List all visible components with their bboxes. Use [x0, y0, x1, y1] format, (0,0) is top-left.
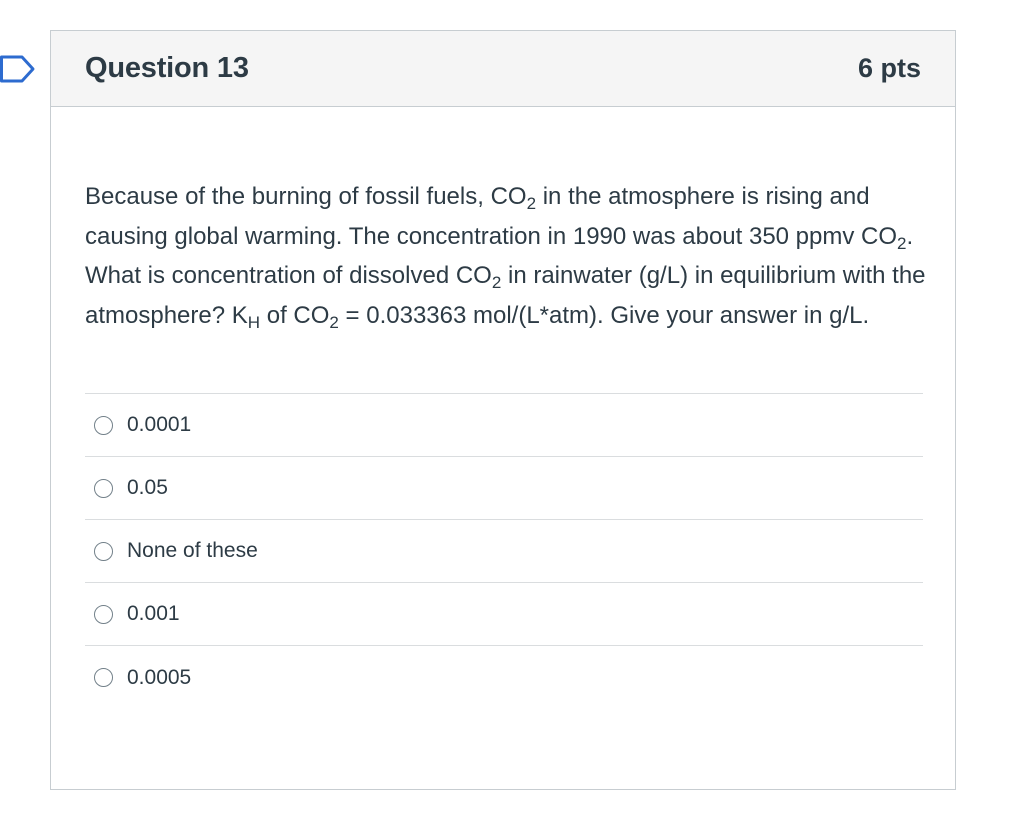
radio-unchecked-icon[interactable] — [94, 415, 113, 435]
answer-label[interactable]: 0.05 — [127, 476, 168, 500]
answer-list: 0.0001 0.05 None of these 0.001 0.0005 — [85, 393, 923, 709]
bookmark-flag-icon[interactable] — [0, 55, 36, 83]
question-header: Question 13 6 pts — [51, 31, 955, 107]
question-text: Because of the burning of fossil fuels, … — [85, 177, 930, 335]
answer-label[interactable]: 0.0005 — [127, 666, 191, 690]
subscript: 2 — [526, 194, 537, 213]
answer-label[interactable]: 0.001 — [127, 602, 180, 626]
subscript: 2 — [491, 273, 502, 292]
answer-option[interactable]: 0.0005 — [85, 646, 923, 709]
subscript: 2 — [897, 233, 907, 253]
answer-option[interactable]: 0.001 — [85, 583, 923, 646]
question-title: Question 13 — [85, 52, 249, 84]
question-text-part: of CO — [260, 301, 330, 329]
answer-label[interactable]: None of these — [127, 539, 258, 563]
question-points: 6 pts — [857, 53, 921, 83]
question-body: Because of the burning of fossil fuels, … — [51, 177, 955, 709]
question-text-part: Because of the burning of fossil fuels, … — [85, 183, 527, 210]
answer-label[interactable]: 0.0001 — [127, 413, 191, 437]
radio-unchecked-icon[interactable] — [94, 541, 113, 561]
radio-unchecked-icon[interactable] — [94, 604, 113, 624]
radio-unchecked-icon[interactable] — [94, 478, 113, 498]
answer-option[interactable]: 0.05 — [85, 457, 923, 520]
answer-option[interactable]: None of these — [85, 520, 923, 583]
question-card: Question 13 6 pts Because of the burning… — [50, 30, 956, 790]
answer-option[interactable]: 0.0001 — [85, 394, 923, 457]
question-text-part: = 0.033363 mol/(L*atm). Give your answer… — [338, 301, 870, 329]
subscript: 2 — [329, 312, 339, 332]
subscript: H — [247, 312, 261, 332]
radio-unchecked-icon[interactable] — [94, 668, 113, 687]
